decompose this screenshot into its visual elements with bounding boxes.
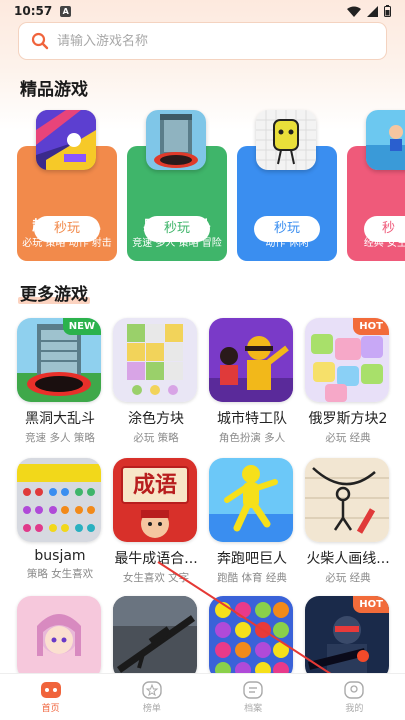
game-item[interactable]: 火柴人画线... 必玩 经典 [305, 458, 391, 585]
play-now-button[interactable]: 秒玩 [254, 216, 320, 242]
game-tags: 女生喜欢 文字 [122, 572, 190, 584]
idiom-character [141, 510, 169, 538]
nav-home[interactable]: 首页 [0, 674, 101, 720]
nav-ranking[interactable]: 榜单 [101, 674, 202, 720]
game-tags: 竞速 多人 策略 [25, 432, 95, 444]
hot-badge: HOT [353, 596, 389, 613]
new-badge: NEW [62, 318, 101, 335]
game-icon-tetris: HOT [305, 318, 389, 402]
game-icon-dress-up [17, 596, 101, 680]
game-icon-color-blocks [113, 318, 197, 402]
game-name: 奔跑吧巨人 [217, 551, 287, 567]
hot-badge: HOT [353, 318, 389, 335]
ranking-icon [142, 680, 162, 699]
status-bar: 10:57 A [0, 0, 405, 22]
search-input[interactable] [57, 33, 386, 49]
featured-buttons-layer: 秒玩 秒玩 秒玩 秒 [0, 106, 405, 266]
archive-icon [243, 680, 263, 699]
game-icon-blackhole: NEW [17, 318, 101, 402]
game-tags: 必玩 策略 [133, 432, 179, 444]
game-item[interactable]: 成语 最牛成语合... 女生喜欢 文字 [113, 458, 199, 585]
game-icon-idiom: 成语 [113, 458, 197, 542]
signal-icon [367, 5, 378, 17]
play-now-button[interactable]: 秒玩 [34, 216, 100, 242]
game-icon-city-agent [209, 318, 293, 402]
game-name: 最牛成语合... [114, 551, 198, 567]
game-item[interactable]: busjam 策略 女生喜欢 [17, 458, 103, 581]
game-icon-busjam [17, 458, 101, 542]
game-name: 城市特工队 [217, 411, 287, 427]
play-now-button[interactable]: 秒玩 [144, 216, 210, 242]
game-icon-run-giant [209, 458, 293, 542]
game-item[interactable]: 城市特工队 角色扮演 多人 [209, 318, 295, 445]
nav-profile-label: 我的 [345, 703, 364, 714]
game-tags: 必玩 经典 [325, 572, 371, 584]
nav-profile[interactable]: 我的 [304, 674, 405, 720]
featured-section-title: 精品游戏 [18, 75, 90, 100]
nav-archive-label: 档案 [244, 703, 263, 714]
game-name: busjam [34, 548, 86, 564]
profile-icon [344, 680, 365, 699]
nav-archive[interactable]: 档案 [203, 674, 304, 720]
nav-home-label: 首页 [41, 703, 60, 714]
game-icon-stickman-draw [305, 458, 389, 542]
game-tags: 角色扮演 多人 [218, 432, 286, 444]
game-icon-flower-match [209, 596, 293, 680]
game-name: 黑洞大乱斗 [25, 411, 95, 427]
bottom-nav: 首页 榜单 档案 我的 [0, 673, 405, 720]
game-name: 涂色方块 [128, 411, 184, 427]
game-tags: 策略 女生喜欢 [26, 568, 94, 580]
game-tags: 必玩 经典 [325, 432, 371, 444]
search-bar[interactable] [18, 22, 387, 60]
nav-ranking-label: 榜单 [142, 703, 161, 714]
status-time: 10:57 [14, 4, 53, 18]
game-item[interactable]: 奔跑吧巨人 跑酷 体育 经典 [209, 458, 295, 585]
wifi-icon [347, 6, 361, 17]
game-icon-sniper [113, 596, 197, 680]
game-tags: 跑酷 体育 经典 [217, 572, 287, 584]
game-item[interactable]: NEW 黑洞大乱斗 竞速 多人 策略 [17, 318, 103, 445]
game-icon-shooter: HOT [305, 596, 389, 680]
game-item[interactable]: HOT 俄罗斯方块2 必玩 经典 [305, 318, 391, 445]
notification-icon: A [60, 5, 72, 17]
battery-icon [384, 5, 391, 17]
more-section-title: 更多游戏 [18, 280, 90, 305]
search-icon [31, 32, 49, 50]
home-icon [40, 681, 61, 698]
game-item[interactable]: 涂色方块 必玩 策略 [113, 318, 199, 445]
game-name: 火柴人画线... [306, 551, 390, 567]
play-now-button[interactable]: 秒 [364, 216, 405, 242]
game-name: 俄罗斯方块2 [308, 411, 388, 427]
